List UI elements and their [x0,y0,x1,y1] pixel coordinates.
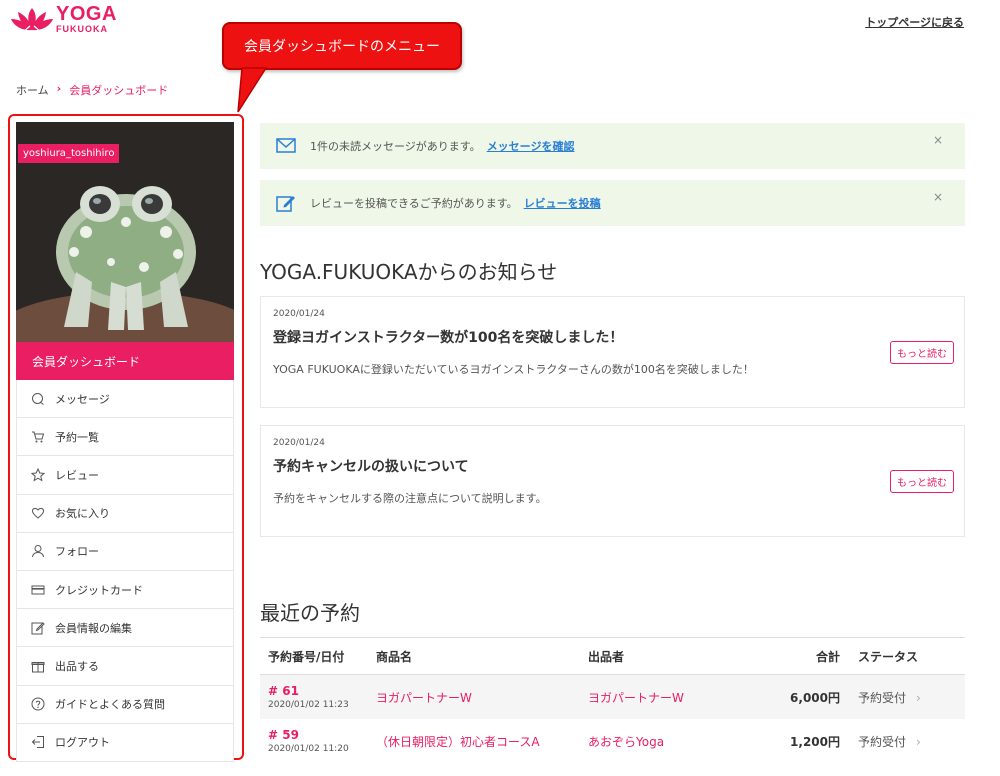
sidebar-item-label: フォロー [55,545,99,559]
profile-photo: yoshiura_toshihiro [16,122,234,342]
review-alert: レビューを投稿できるご予約があります。 レビューを投稿 × [260,180,965,226]
sidebar-item-label: メッセージ [55,392,110,406]
seller-link[interactable]: あおぞらYoga [580,733,772,750]
breadcrumb-separator-icon: › [56,82,62,95]
order-date: 2020/01/02 11:20 [268,744,349,754]
envelope-icon [276,138,296,153]
sidebar-item-sell[interactable]: 出品する [16,647,234,686]
star-icon [31,467,45,482]
edit-icon [31,621,45,635]
table-row[interactable]: # 59 2020/01/02 11:20 （休日朝限定）初心者コースA あおぞ… [260,719,965,763]
column-header: 合計 [815,649,840,664]
chevron-right-icon[interactable]: › [916,735,921,749]
message-icon [31,392,45,406]
product-link[interactable]: （休日朝限定）初心者コースA [368,733,580,750]
user-icon [31,544,45,558]
order-number[interactable]: # 59 [268,728,368,742]
close-icon[interactable]: × [933,133,943,147]
order-number[interactable]: # 61 [268,684,368,698]
sidebar-item-edit-profile[interactable]: 会員情報の編集 [16,609,234,648]
sidebar-item-label: レビュー [55,468,99,482]
chevron-right-icon[interactable]: › [916,691,921,705]
annotation-callout: 会員ダッシュボードのメニュー [222,22,462,70]
news-date: 2020/01/24 [273,438,325,448]
reservations-table: 予約番号/日付 商品名 出品者 合計 ステータス # 61 2020/01/02… [260,637,965,763]
check-messages-link[interactable]: メッセージを確認 [487,138,575,154]
news-text: 予約をキャンセルする際の注意点について説明します。 [273,492,547,505]
news-title[interactable]: 登録ヨガインストラクター数が100名を突破しました！ [273,327,952,347]
brand-name: YOGA [56,3,117,25]
table-row[interactable]: # 61 2020/01/02 11:23 ヨガパートナーW ヨガパートナーW … [260,675,965,719]
site-logo[interactable]: YOGA FUKUOKA [10,4,117,34]
member-sidebar: yoshiura_toshihiro 会員ダッシュボード メッセージ 予約一覧 … [16,122,234,762]
sidebar-item-credit-card[interactable]: クレジットカード [16,570,234,610]
sidebar-item-message[interactable]: メッセージ [16,380,234,419]
post-review-link[interactable]: レビューを投稿 [524,195,601,211]
sidebar-item-guide[interactable]: ガイドとよくある質問 [16,685,234,724]
back-to-top-link[interactable]: トップページに戻る [865,14,964,30]
column-header: 予約番号/日付 [268,649,345,664]
reservations-section-title: 最近の予約 [260,601,360,625]
sidebar-item-label: クレジットカード [55,583,143,597]
read-more-button[interactable]: もっと読む [890,341,954,364]
read-more-button[interactable]: もっと読む [890,470,954,493]
cart-icon [31,430,45,444]
sidebar-item-label: 会員情報の編集 [55,621,132,635]
news-card: 2020/01/24 予約キャンセルの扱いについて 予約をキャンセルする際の注意… [260,425,965,537]
news-date: 2020/01/24 [273,309,325,319]
sidebar-item-label: 出品する [55,659,99,673]
logout-icon [31,735,45,749]
sidebar-item-review[interactable]: レビュー [16,456,234,495]
gift-icon [31,659,45,673]
close-icon[interactable]: × [933,190,943,204]
sidebar-item-dashboard[interactable]: 会員ダッシュボード [16,342,234,380]
status-text: 予約受付 [858,734,907,749]
sidebar-item-label: お気に入り [55,507,110,521]
sidebar-item-logout[interactable]: ログアウト [16,723,234,762]
breadcrumb: ホーム › 会員ダッシュボード [16,82,168,98]
username-badge: yoshiura_toshihiro [18,144,120,163]
news-card: 2020/01/24 登録ヨガインストラクター数が100名を突破しました！ YO… [260,296,965,408]
brand-sub: FUKUOKA [56,24,108,34]
credit-card-icon [31,583,45,597]
sidebar-item-favorites[interactable]: お気に入り [16,494,234,533]
edit-icon [276,196,295,212]
column-header: 商品名 [376,649,413,664]
seller-link[interactable]: ヨガパートナーW [580,689,772,706]
sidebar-item-label: 予約一覧 [55,430,99,444]
alert-text: レビューを投稿できるご予約があります。 [310,197,518,210]
column-header: 出品者 [588,649,625,664]
order-total: 6,000円 [790,690,840,705]
unread-message-alert: 1件の未読メッセージがあります。 メッセージを確認 × [260,123,965,169]
help-icon [31,697,45,711]
news-text: YOGA FUKUOKAに登録いただいているヨガインストラクターさんの数が100… [273,363,754,376]
sidebar-item-label: ガイドとよくある質問 [55,698,165,712]
news-section-title: YOGA.FUKUOKAからのお知らせ [260,260,558,284]
status-text: 予約受付 [858,690,907,705]
sidebar-item-follow[interactable]: フォロー [16,532,234,571]
sidebar-item-label: ログアウト [55,736,110,750]
breadcrumb-home[interactable]: ホーム [16,82,49,98]
lotus-logo-icon [11,8,53,34]
heart-icon [31,506,45,520]
order-total: 1,200円 [790,734,840,749]
news-title[interactable]: 予約キャンセルの扱いについて [273,456,952,476]
column-header: ステータス [858,649,919,664]
sidebar-item-reservations[interactable]: 予約一覧 [16,418,234,457]
product-link[interactable]: ヨガパートナーW [368,689,580,706]
alert-text: 1件の未読メッセージがあります。 [310,140,481,153]
breadcrumb-current: 会員ダッシュボード [69,84,169,97]
table-header: 予約番号/日付 商品名 出品者 合計 ステータス [260,637,965,675]
order-date: 2020/01/02 11:23 [268,700,349,710]
callout-pointer [237,67,268,113]
